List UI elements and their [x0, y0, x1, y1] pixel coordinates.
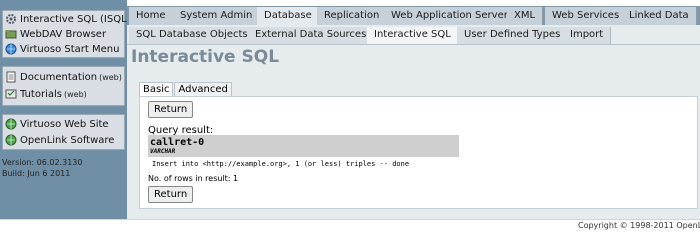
sidebar-item-label: OpenLink Software — [20, 134, 115, 146]
tab-database[interactable]: Database — [257, 7, 320, 25]
sidebar-item-documentation[interactable]: Documentation (web) — [5, 70, 122, 84]
top-tab-bar: Home System Admin Database Replication W… — [127, 6, 700, 25]
subtab-import[interactable]: Import — [563, 27, 612, 44]
tab-web-services[interactable]: Web Services — [545, 7, 628, 25]
sidebar-item-start-menu[interactable]: Virtuoso Start Menu — [5, 42, 119, 56]
sidebar-item-virtuoso-site[interactable]: Virtuoso Web Site — [5, 117, 109, 131]
return-button-bottom[interactable]: Return — [148, 186, 194, 203]
subtab-interactive-sql[interactable]: Interactive SQL — [367, 27, 459, 44]
tab-advanced[interactable]: Advanced — [174, 82, 232, 97]
sidebar-item-label: Virtuoso Web Site — [20, 118, 109, 130]
sidebar: Interactive SQL (ISQL) WebDAV Browser Vi… — [0, 0, 131, 219]
sidebar-item-openlink[interactable]: OpenLink Software — [5, 133, 114, 147]
content-tabs: Basic Advanced — [139, 82, 233, 97]
document-icon — [6, 71, 16, 83]
rows-count: No. of rows in result: 1 — [148, 174, 239, 183]
sidebar-item-tutorials[interactable]: Tutorials (web) — [5, 87, 87, 101]
sub-tab-bar: SQL Database Objects External Data Sourc… — [127, 25, 700, 45]
column-type: VARCHAR — [150, 148, 176, 155]
sidebar-group-links: Virtuoso Web Site OpenLink Software — [2, 114, 125, 150]
subtab-sql-database-objects[interactable]: SQL Database Objects — [129, 27, 256, 44]
build-text: Build: Jun 6 2011 — [2, 169, 71, 178]
sidebar-item-note: (web) — [99, 72, 122, 82]
result-table: callret-0 VARCHAR Insert into <http://ex… — [148, 135, 459, 168]
tab-basic[interactable]: Basic — [139, 82, 174, 97]
folder-icon — [5, 30, 17, 39]
tab-home[interactable]: Home — [129, 7, 174, 25]
sidebar-item-note: (web) — [63, 89, 87, 99]
sidebar-item-label: Tutorials — [20, 88, 62, 100]
footer: Copyright © 1998-2011 OpenLink S — [0, 219, 700, 233]
gear-icon — [6, 14, 16, 24]
globe-icon — [5, 134, 17, 146]
tab-replication[interactable]: Replication — [317, 7, 388, 25]
return-button-top[interactable]: Return — [148, 101, 194, 118]
globe-icon — [5, 118, 17, 130]
subtab-user-defined-types[interactable]: User Defined Types — [457, 27, 569, 44]
copyright-text: Copyright © 1998-2011 OpenLink S — [578, 221, 700, 230]
version-text: Version: 06.02.3130 — [2, 158, 83, 167]
page-title: Interactive SQL — [131, 47, 280, 67]
globe-icon — [5, 43, 17, 55]
sidebar-item-label: WebDAV Browser — [20, 28, 107, 40]
subtab-external-data-sources[interactable]: External Data Sources — [248, 27, 375, 44]
main-content: Interactive SQL Basic Advanced Return Qu… — [127, 45, 700, 219]
column-header: callret-0 VARCHAR — [148, 135, 459, 157]
column-name: callret-0 — [150, 137, 205, 148]
sidebar-group-docs: Documentation (web) Tutorials (web) — [2, 66, 125, 106]
sidebar-item-label: Documentation — [20, 71, 98, 83]
sidebar-item-isql[interactable]: Interactive SQL (ISQL) — [5, 12, 131, 26]
tutorial-icon — [5, 89, 17, 99]
result-panel: Return Query result: callret-0 VARCHAR I… — [139, 96, 698, 209]
tab-xml[interactable]: XML — [507, 7, 544, 25]
tab-linked-data[interactable]: Linked Data — [622, 7, 697, 25]
sidebar-group-tools: Interactive SQL (ISQL) WebDAV Browser Vi… — [2, 10, 131, 58]
version-info: Version: 06.02.3130 Build: Jun 6 2011 — [2, 157, 82, 179]
sidebar-item-label: Virtuoso Start Menu — [20, 43, 120, 55]
tab-web-application-server[interactable]: Web Application Server — [384, 7, 516, 25]
sidebar-item-webdav[interactable]: WebDAV Browser — [5, 27, 106, 41]
result-cell: Insert into <http://example.org>, 1 (or … — [152, 160, 410, 168]
sidebar-item-label: Interactive SQL (ISQL) — [20, 13, 131, 25]
tab-system-admin[interactable]: System Admin — [173, 7, 261, 25]
